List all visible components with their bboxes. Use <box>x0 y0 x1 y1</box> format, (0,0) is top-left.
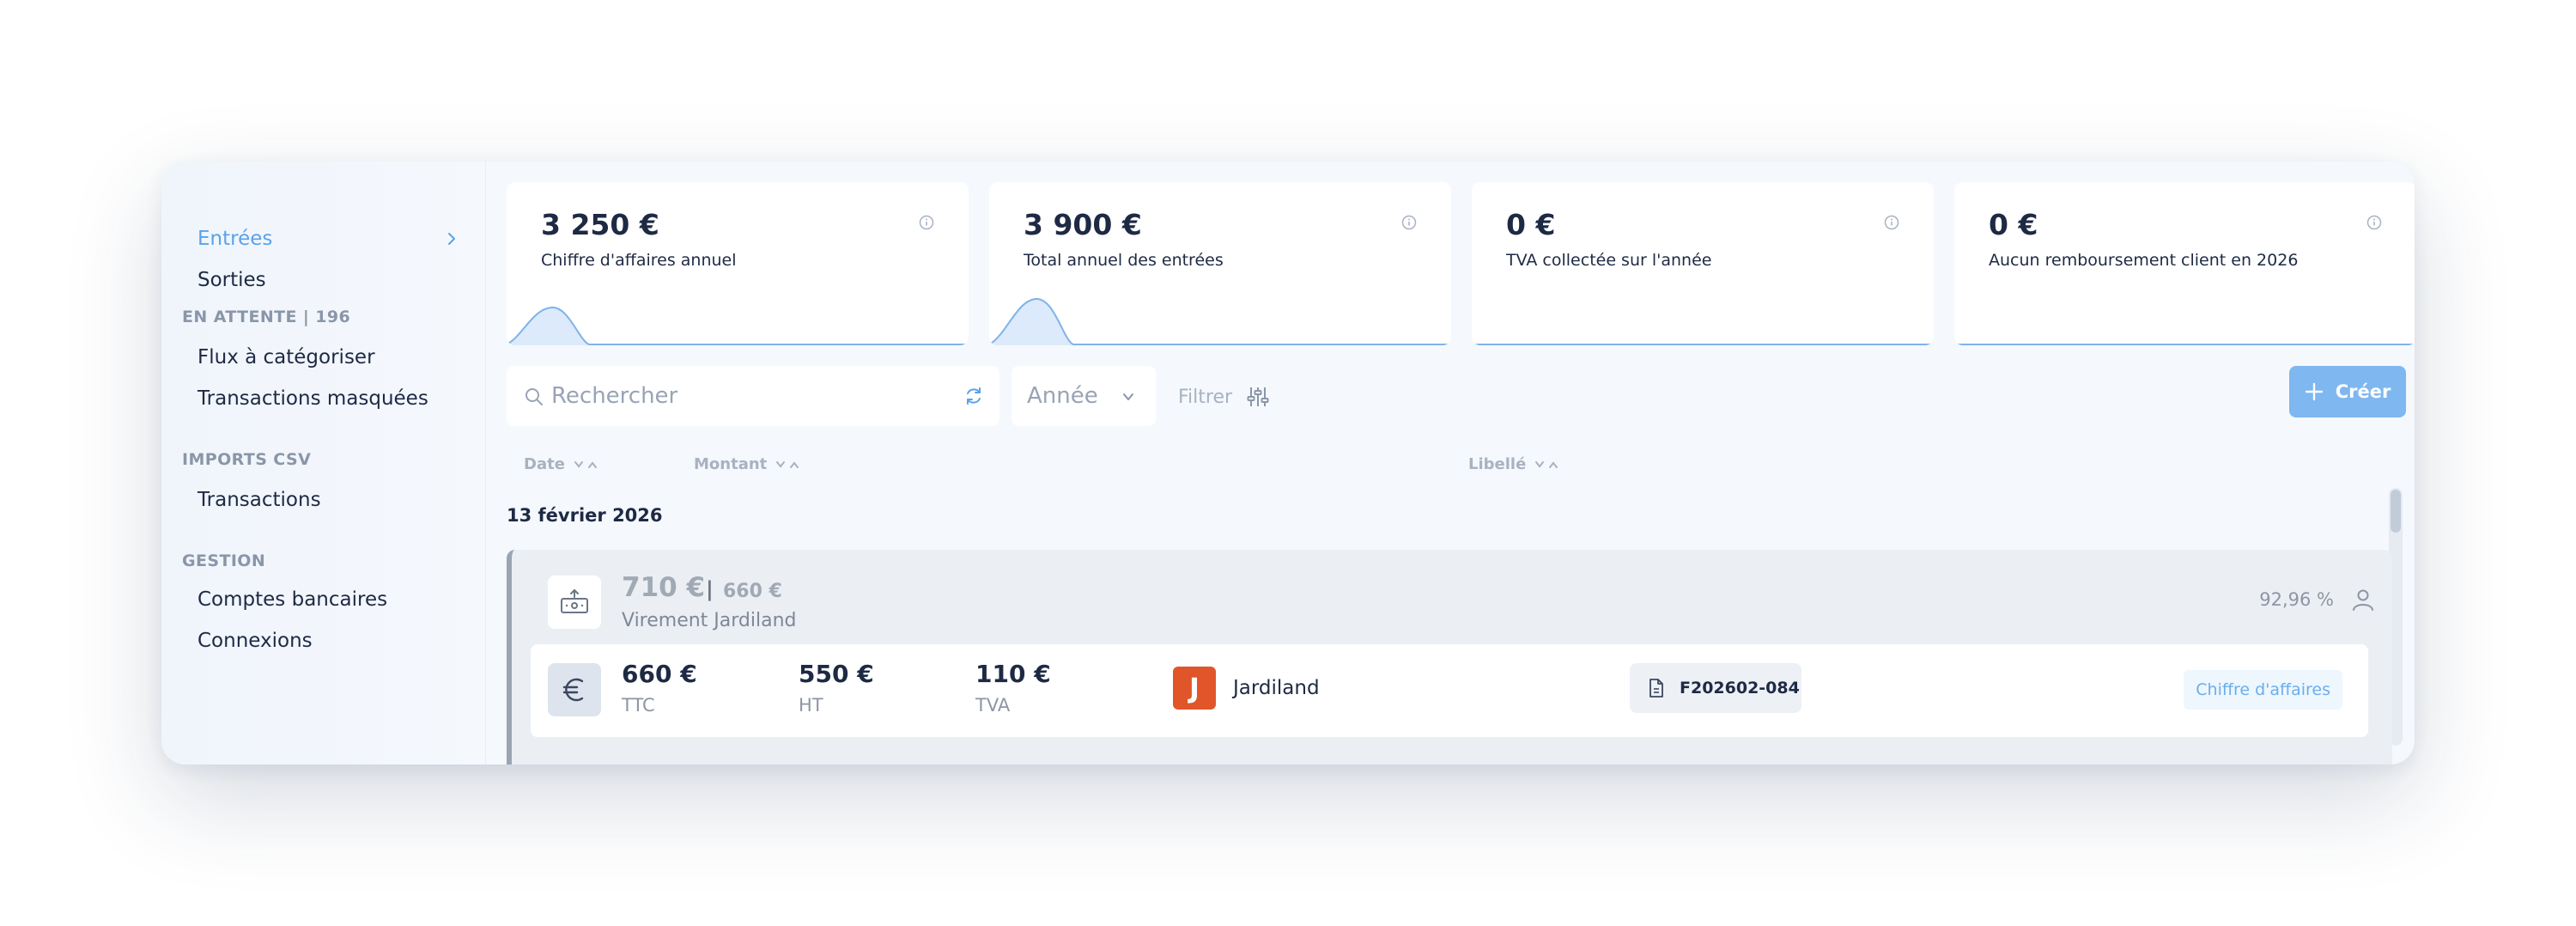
summary-card-refunds: 0 € Aucun remboursement client en 2026 <box>1954 182 2415 345</box>
sidebar-item-label: Connexions <box>197 630 313 652</box>
section-pending: EN ATTENTE | 196 <box>182 308 351 326</box>
sliders-icon <box>1247 387 1269 406</box>
transaction-sub-amount: 660 € <box>723 581 782 602</box>
metric-label: TVA <box>975 695 1011 716</box>
sidebar-item-transactions[interactable]: Transactions <box>192 479 467 521</box>
info-icon[interactable] <box>1884 215 1899 230</box>
sidebar-item-flux[interactable]: Flux à catégoriser <box>192 337 467 378</box>
chevron-right-icon <box>448 233 455 245</box>
metric-value: 550 € <box>799 660 874 688</box>
transaction-type-icon-box <box>548 576 601 629</box>
vendor-name: Jardiland <box>1233 677 1320 699</box>
create-button[interactable]: Créer <box>2289 366 2406 417</box>
year-select-label: Année <box>1027 383 1098 409</box>
sparkline-chart <box>1472 344 1934 345</box>
section-gestion: GESTION <box>182 551 266 570</box>
transaction-detail-card[interactable]: 660 € TTC 550 € HT 110 € TVA J Jardiland <box>531 644 2368 737</box>
filter-label: Filtrer <box>1178 386 1233 408</box>
sidebar-item-connexions[interactable]: Connexions <box>192 620 467 661</box>
app-window: Entrées Sorties EN ATTENTE | 196 Flux à … <box>161 161 2415 765</box>
transaction-row[interactable]: 710 € | 660 € Virement Jardiland 92,96 %… <box>507 550 2392 765</box>
column-header-label: Libellé <box>1468 455 1527 473</box>
metric-value: 110 € <box>975 660 1051 688</box>
sidebar-item-label: Entrées <box>197 228 273 250</box>
bank-transfer-icon <box>561 589 588 613</box>
sidebar-item-label: Flux à catégoriser <box>197 346 375 369</box>
card-label: TVA collectée sur l'année <box>1506 251 1712 270</box>
invoice-number: F202602-084 <box>1680 679 1800 698</box>
refresh-icon[interactable] <box>963 386 984 406</box>
create-button-label: Créer <box>2335 381 2391 402</box>
amount-separator: | <box>706 577 714 601</box>
column-header-label: Date <box>524 455 565 473</box>
card-amount: 3 250 € <box>541 208 659 241</box>
search-input[interactable]: Rechercher <box>507 366 999 426</box>
sparkline-chart <box>507 306 969 345</box>
summary-card-entries: 3 900 € Total annuel des entrées <box>989 182 1451 345</box>
main-content: 3 250 € Chiffre d'affaires annuel 3 900 … <box>486 161 2415 765</box>
info-icon[interactable] <box>919 215 934 230</box>
sidebar-item-entrees[interactable]: Entrées <box>192 218 467 259</box>
match-percentage: 92,96 % <box>2259 589 2334 610</box>
sparkline-chart <box>1954 344 2415 345</box>
date-group-header: 13 février 2026 <box>507 505 663 526</box>
euro-icon-box <box>548 663 601 716</box>
document-icon <box>1649 679 1663 698</box>
column-header-date[interactable]: Date <box>524 455 599 473</box>
euro-icon <box>562 678 584 702</box>
user-icon[interactable] <box>2351 588 2375 612</box>
card-label: Chiffre d'affaires annuel <box>541 251 737 270</box>
card-amount: 0 € <box>1989 208 2038 241</box>
search-placeholder: Rechercher <box>551 383 678 409</box>
search-icon <box>526 388 543 405</box>
sparkline-chart <box>989 297 1451 345</box>
summary-card-vat: 0 € TVA collectée sur l'année <box>1472 182 1934 345</box>
card-amount: 3 900 € <box>1024 208 1142 241</box>
sidebar-item-label: Transactions <box>197 489 321 511</box>
metric-ttc: 660 € TTC <box>622 660 697 716</box>
invoice-chip[interactable]: F202602-084 <box>1630 663 1801 713</box>
sidebar-item-comptes[interactable]: Comptes bancaires <box>192 579 467 620</box>
section-imports: IMPORTS CSV <box>182 450 312 469</box>
info-icon[interactable] <box>1401 215 1417 230</box>
metric-tva: 110 € TVA <box>975 660 1051 716</box>
metric-value: 660 € <box>622 660 697 688</box>
sidebar-item-label: Transactions masquées <box>197 387 428 410</box>
sidebar-item-masquees[interactable]: Transactions masquées <box>192 378 467 419</box>
info-icon[interactable] <box>2366 215 2382 230</box>
vendor-logo: J <box>1173 667 1216 710</box>
sort-icon <box>574 460 597 468</box>
summary-card-revenue: 3 250 € Chiffre d'affaires annuel <box>507 182 969 345</box>
sidebar-item-label: Comptes bancaires <box>197 588 388 611</box>
metric-label: HT <box>799 695 823 716</box>
metric-label: TTC <box>622 695 655 716</box>
chevron-down-icon <box>1123 393 1133 400</box>
card-label: Total annuel des entrées <box>1024 251 1224 270</box>
transaction-amount: 710 € <box>622 572 706 603</box>
column-header-label: Montant <box>694 455 768 473</box>
filter-button[interactable]: Filtrer <box>1178 380 1270 414</box>
scrollbar-thumb[interactable] <box>2391 490 2401 533</box>
sidebar-item-sorties[interactable]: Sorties <box>192 259 467 301</box>
sidebar-item-label: Sorties <box>197 269 266 291</box>
card-amount: 0 € <box>1506 208 1556 241</box>
column-header-label[interactable]: Libellé <box>1468 455 1560 473</box>
plus-icon <box>2305 382 2323 401</box>
column-header-amount[interactable]: Montant <box>694 455 801 473</box>
card-label: Aucun remboursement client en 2026 <box>1989 251 2299 270</box>
category-badge[interactable]: Chiffre d'affaires <box>2184 670 2342 710</box>
sidebar: Entrées Sorties EN ATTENTE | 196 Flux à … <box>161 161 486 765</box>
sort-icon <box>776 460 799 468</box>
transaction-label: Virement Jardiland <box>622 610 797 631</box>
sort-icon <box>1535 460 1558 468</box>
year-select[interactable]: Année <box>1012 366 1156 426</box>
metric-ht: 550 € HT <box>799 660 874 716</box>
